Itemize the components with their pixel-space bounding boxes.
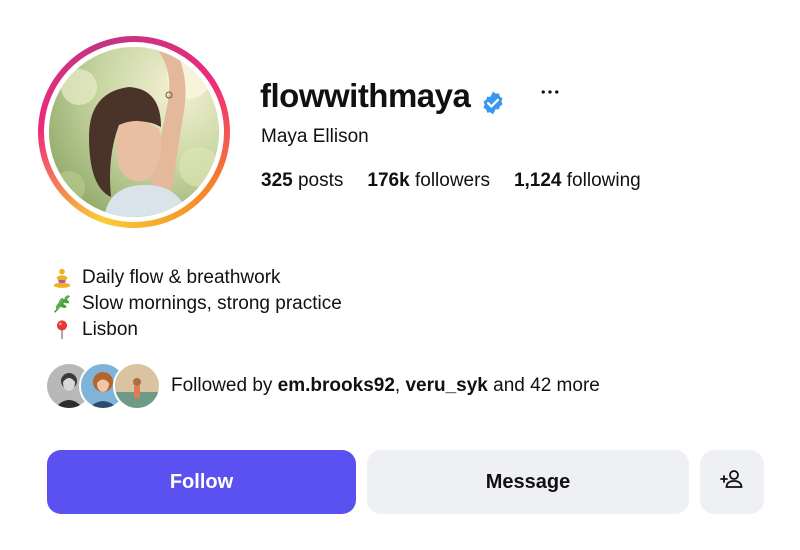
posts-label: posts	[297, 170, 344, 191]
followers-count: 176k	[367, 170, 410, 191]
profile-username-row: flowwithmaya	[260, 74, 506, 118]
location-pin-emoji-icon	[50, 318, 74, 342]
following-label: following	[566, 170, 641, 191]
follow-button[interactable]: Follow	[47, 450, 356, 514]
bio-line: Daily flow & breathwork	[50, 265, 342, 291]
bio-text: Slow mornings, strong practice	[82, 293, 342, 314]
followed-by-text: Followed by em.brooks92, veru_syk and 42…	[171, 375, 600, 396]
followed-by-user-link[interactable]: veru_syk	[405, 375, 487, 396]
stat-posts[interactable]: 325 posts	[261, 169, 343, 193]
stat-following[interactable]: 1,124 following	[514, 169, 641, 193]
profile-photo	[49, 47, 219, 217]
more-options-icon[interactable]	[538, 78, 562, 106]
profile-bio: Daily flow & breathwork Slow mornings, s…	[50, 265, 342, 343]
posts-count: 325	[261, 170, 293, 191]
bio-line: Lisbon	[50, 317, 342, 343]
followers-label: followers	[414, 170, 490, 191]
profile-avatar-ring[interactable]	[38, 36, 230, 228]
follow-button-label: Follow	[169, 470, 234, 493]
followed-by-row[interactable]: Followed by em.brooks92, veru_syk and 42…	[45, 362, 600, 410]
followed-by-user-link[interactable]: em.brooks92	[278, 375, 395, 396]
stat-followers[interactable]: 176k followers	[367, 169, 490, 193]
profile-username: flowwithmaya	[260, 77, 471, 114]
message-button[interactable]: Message	[367, 450, 689, 514]
profile-stats: 325 posts 176k followers 1,124 following	[261, 169, 665, 193]
meditation-emoji-icon	[50, 266, 74, 290]
follower-avatar[interactable]	[113, 362, 161, 410]
add-user-button[interactable]	[700, 450, 764, 514]
message-button-label: Message	[485, 470, 571, 493]
following-count: 1,124	[513, 170, 562, 191]
bio-line: Slow mornings, strong practice	[50, 291, 342, 317]
verified-badge-icon	[480, 83, 506, 115]
herb-emoji-icon	[50, 292, 74, 316]
bio-text: Lisbon	[82, 319, 138, 340]
profile-full-name: Maya Ellison	[261, 126, 369, 147]
bio-text: Daily flow & breathwork	[82, 267, 281, 288]
profile-avatar[interactable]	[49, 47, 219, 217]
add-user-icon	[720, 467, 744, 497]
